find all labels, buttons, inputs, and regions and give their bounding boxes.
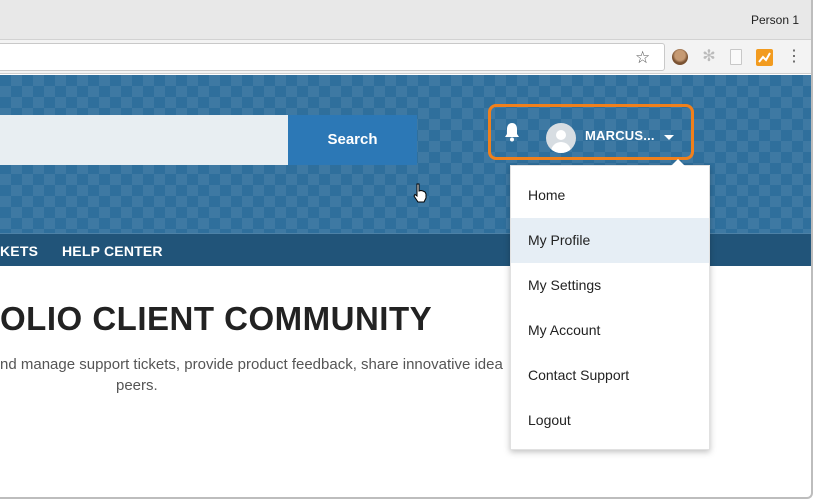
menu-item-my-profile[interactable]: My Profile (511, 218, 709, 263)
search-input[interactable] (0, 115, 288, 165)
browser-titlebar: Person 1 (0, 0, 811, 40)
menu-item-home[interactable]: Home (511, 173, 709, 218)
menu-item-my-account[interactable]: My Account (511, 308, 709, 353)
browser-profile-name[interactable]: Person 1 (751, 13, 799, 27)
menu-item-contact-support[interactable]: Contact Support (511, 353, 709, 398)
extension-snowflake-icon[interactable]: ✻ (701, 49, 717, 65)
extension-document-icon[interactable] (730, 49, 742, 65)
notification-bell-icon[interactable] (504, 122, 520, 142)
extension-avatar-icon[interactable] (672, 49, 688, 65)
user-menu-toggle[interactable]: MARCUS... (488, 104, 694, 160)
page-title: OLIO CLIENT COMMUNITY (0, 300, 433, 337)
page-description-line-1: nd manage support tickets, provide produ… (0, 356, 503, 373)
chevron-down-icon[interactable] (664, 135, 674, 140)
bookmark-star-icon[interactable]: ☆ (635, 48, 650, 68)
kebab-menu-icon[interactable]: ⋮ (786, 49, 802, 65)
extension-chart-icon[interactable] (756, 49, 773, 66)
nav-item-help-center[interactable]: HELP CENTER (62, 243, 163, 259)
address-bar[interactable]: ☆ (0, 43, 665, 71)
menu-item-logout[interactable]: Logout (511, 398, 709, 443)
user-dropdown-menu: Home My Profile My Settings My Account C… (510, 159, 710, 450)
menu-item-my-settings[interactable]: My Settings (511, 263, 709, 308)
hand-cursor-icon (413, 183, 427, 203)
browser-window: Person 1 ☆ ✻ ⋮ Search MARCUS... KETS HEL… (0, 0, 813, 499)
nav-item-tickets[interactable]: KETS (0, 243, 38, 259)
avatar[interactable] (546, 123, 576, 153)
browser-toolbar: ☆ ✻ ⋮ (0, 40, 811, 74)
search-button[interactable]: Search (288, 115, 417, 165)
page-description-line-2: peers. (116, 377, 158, 394)
user-name[interactable]: MARCUS... (585, 128, 655, 143)
